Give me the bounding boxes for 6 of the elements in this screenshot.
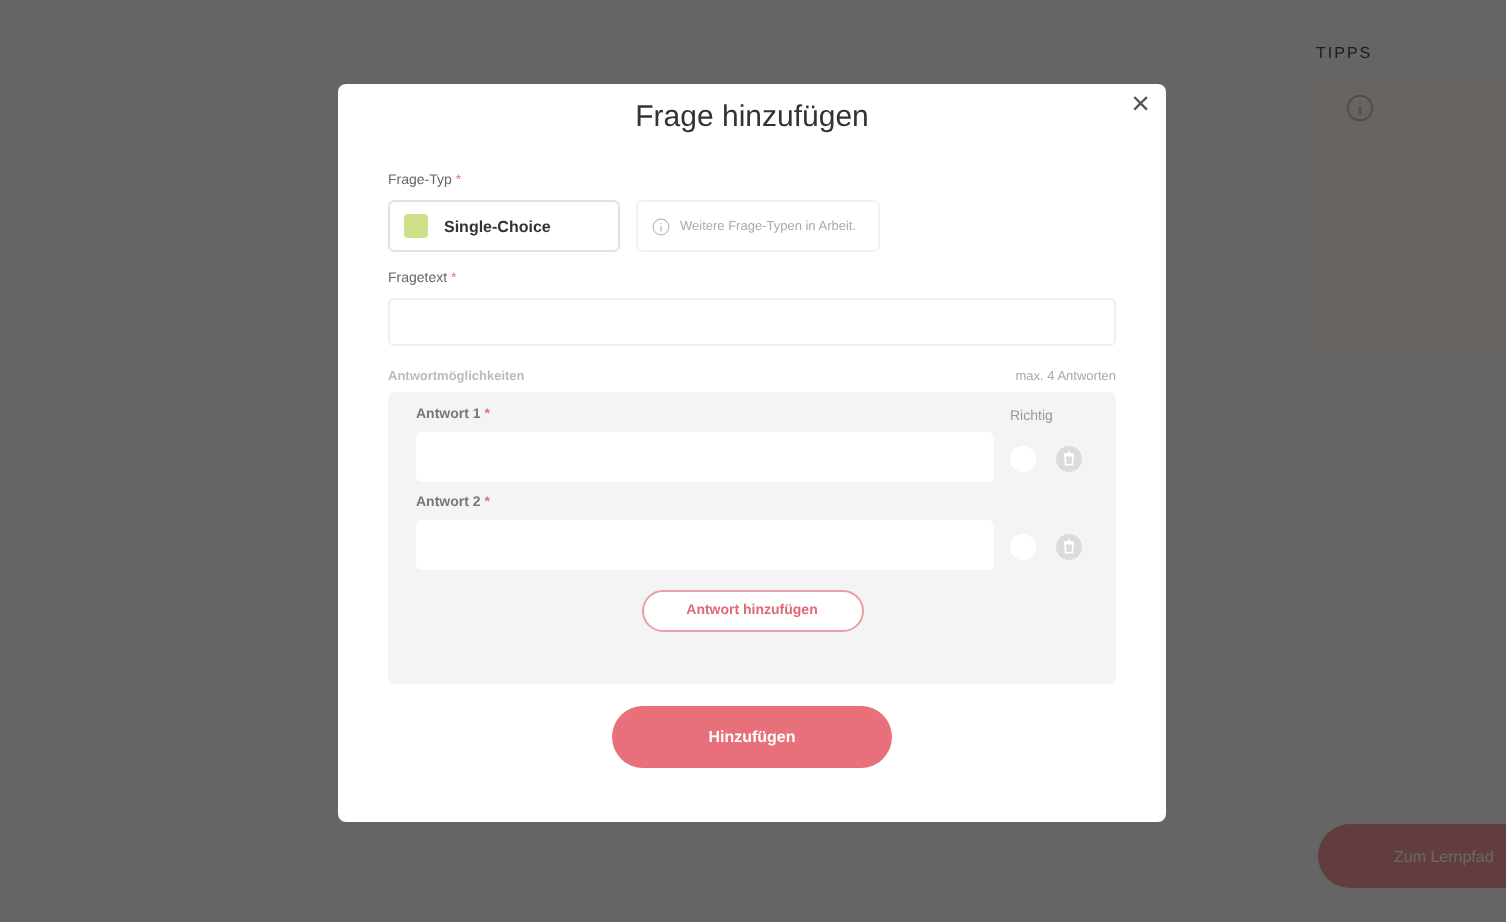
trash-icon[interactable] bbox=[1056, 446, 1082, 472]
dialog-title: Frage hinzufügen bbox=[633, 100, 871, 134]
tips-heading: TIPPS bbox=[1316, 44, 1375, 62]
info-icon bbox=[652, 217, 670, 235]
type-option[interactable]: Single-Choice bbox=[388, 200, 620, 252]
trash-icon[interactable] bbox=[1056, 534, 1082, 560]
